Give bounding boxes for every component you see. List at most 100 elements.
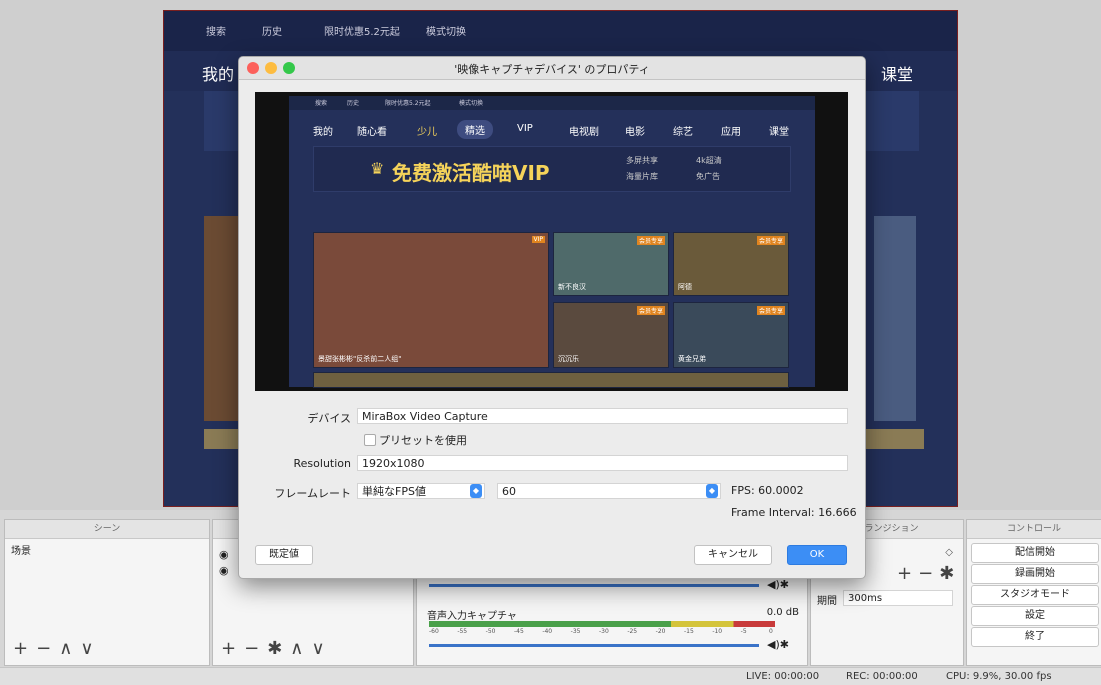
remove-icon[interactable]: − — [244, 638, 267, 659]
meter-ticks: -60 -55 -50 -45 -40 -35 -30 -25 -20 -15 -10 -5 0 — [429, 628, 775, 638]
rec-time: REC: 00:00:00 — [846, 671, 918, 682]
transition-toolbar: +−✱ — [897, 563, 960, 584]
volume-slider[interactable] — [429, 584, 759, 587]
gear-icon[interactable]: ✱ — [267, 638, 290, 659]
dialog-titlebar: '映像キャプチャデバイス' のプロパティ — [239, 57, 865, 80]
eye-icon[interactable]: ◉ — [219, 548, 229, 561]
resolution-label: Resolution — [293, 457, 351, 470]
chevron-updown-icon[interactable]: ◆ — [470, 484, 482, 498]
duration-label: 期間 — [817, 596, 837, 607]
tile-badge: 会员专享 — [636, 236, 665, 245]
tile-caption: 阿德 — [678, 283, 692, 291]
screen-nav-item: 少儿 — [417, 127, 437, 138]
duration-input[interactable]: 300ms — [843, 590, 953, 606]
tile-caption: 景甜张彬彬"反杀前二人组" — [318, 355, 402, 363]
scenes-panel: シーン 场景 +−∧∨ — [4, 519, 210, 666]
device-select[interactable]: MiraBox Video Capture — [357, 408, 848, 424]
scenes-title: シーン — [5, 520, 209, 539]
ok-button[interactable]: OK — [787, 545, 847, 565]
add-icon[interactable]: + — [13, 638, 36, 659]
video-tile: 会员专享 黄金兄弟 — [673, 302, 789, 368]
captured-screen: 搜索 历史 限时优惠5.2元起 模式切换 我的 随心看 少儿 精选 VIP 电视… — [289, 96, 815, 388]
add-icon[interactable]: + — [897, 563, 918, 584]
meter-tick-label: -5 — [740, 628, 747, 635]
defaults-button[interactable]: 既定値 — [255, 545, 313, 565]
eye-icon[interactable]: ◉ — [219, 564, 229, 577]
tile-caption: 新不良汉 — [558, 283, 586, 291]
framerate-value-select[interactable]: 60 — [497, 483, 721, 499]
video-topbar-item: 搜索 — [206, 27, 226, 38]
meter-tick-label: -50 — [485, 628, 496, 635]
meter-tick-label: -15 — [684, 628, 694, 635]
add-icon[interactable]: + — [221, 638, 244, 659]
speaker-icon[interactable]: ◀)✱ — [767, 578, 789, 591]
banner-feature: 海量片库 — [626, 172, 658, 181]
exit-button[interactable]: 終了 — [971, 627, 1099, 647]
transition-select-stepper[interactable]: ◇ — [945, 547, 953, 558]
speaker-icon[interactable]: ◀)✱ — [767, 638, 789, 651]
video-topbar-item: 模式切换 — [426, 27, 466, 38]
video-nav-left: 我的 — [202, 65, 235, 84]
meter-tick-label: -35 — [570, 628, 581, 635]
screen-nav-item: 综艺 — [673, 127, 693, 138]
meter-tick-label: -30 — [599, 628, 609, 635]
screen-topbar: 搜索 历史 限时优惠5.2元起 模式切换 — [289, 96, 815, 110]
chevron-updown-icon[interactable]: ◆ — [706, 484, 718, 498]
meter-tick-label: -45 — [514, 628, 524, 635]
video-topbar: 搜索 历史 限时优惠5.2元起 模式切换 — [164, 11, 957, 51]
screen-nav-item: 课堂 — [769, 127, 789, 138]
video-tile: 会员专享 新不良汉 — [553, 232, 669, 296]
fps-readout: FPS: 60.0002 — [731, 484, 804, 497]
cancel-button[interactable]: キャンセル — [694, 545, 772, 565]
preset-checkbox[interactable] — [364, 434, 376, 446]
banner-feature: 4k超清 — [696, 156, 722, 165]
vip-banner: ♛ 免费激活酷喵VIP 多屏共享 4k超清 海量片库 免广告 — [313, 146, 791, 192]
meter-tick-label: -10 — [712, 628, 723, 635]
featured-tile: VIP 景甜张彬彬"反杀前二人组" — [313, 232, 549, 368]
mixer-source-name: 音声入力キャプチャ — [427, 611, 517, 622]
meter-tick-label: -25 — [627, 628, 638, 635]
video-topbar-item: 历史 — [262, 27, 282, 38]
tile-caption: 沉沉乐 — [558, 355, 579, 363]
move-up-icon[interactable]: ∧ — [59, 638, 80, 659]
tile-badge: VIP — [531, 236, 545, 243]
preset-label: プリセットを使用 — [379, 434, 467, 447]
screen-topbar-item: 模式切换 — [459, 100, 484, 107]
start-streaming-button[interactable]: 配信開始 — [971, 543, 1099, 563]
volume-slider[interactable] — [429, 644, 759, 647]
meter-tick-label: -20 — [655, 628, 666, 635]
move-down-icon[interactable]: ∨ — [80, 638, 101, 659]
move-up-icon[interactable]: ∧ — [290, 638, 311, 659]
device-label: デバイス — [307, 412, 351, 425]
studio-mode-button[interactable]: スタジオモード — [971, 585, 1099, 605]
framerate-label: フレームレート — [274, 487, 351, 500]
remove-icon[interactable]: − — [36, 638, 59, 659]
screen-nav-item-active: 精选 — [457, 120, 493, 139]
vip-banner-text: 免费激活酷喵VIP — [392, 161, 550, 185]
tile-badge: 会员专享 — [756, 236, 785, 245]
frame-interval: Frame Interval: 16.666 — [731, 506, 857, 519]
meter-tick-label: -60 — [429, 628, 439, 635]
video-tile-strip — [874, 216, 916, 421]
live-time: LIVE: 00:00:00 — [746, 671, 820, 682]
move-down-icon[interactable]: ∨ — [311, 638, 332, 659]
scene-item[interactable]: 场景 — [5, 539, 209, 560]
mixer-level: 0.0 dB — [766, 607, 799, 618]
gear-icon[interactable]: ✱ — [939, 563, 960, 584]
tile-caption: 黄金兄弟 — [678, 355, 706, 363]
screen-nav-item: 电视剧 — [569, 127, 599, 138]
resolution-input[interactable]: 1920x1080 — [357, 455, 848, 471]
meter-tick-label: 0 — [769, 628, 773, 635]
crown-icon: ♛ — [370, 159, 385, 178]
screen-nav-item: 电影 — [625, 127, 645, 138]
device-preview: 搜索 历史 限时优惠5.2元起 模式切换 我的 随心看 少儿 精选 VIP 电视… — [255, 92, 848, 391]
framerate-mode-select[interactable]: 単純なFPS値 — [357, 483, 485, 499]
start-recording-button[interactable]: 録画開始 — [971, 564, 1099, 584]
status-bar: LIVE: 00:00:00 REC: 00:00:00 CPU: 9.9%, … — [0, 667, 1101, 685]
settings-button[interactable]: 設定 — [971, 606, 1099, 626]
video-tile-row — [313, 372, 789, 388]
remove-icon[interactable]: − — [918, 563, 939, 584]
controls-panel: コントロール 配信開始 録画開始 スタジオモード 設定 終了 — [966, 519, 1101, 666]
meter-tick-label: -40 — [542, 628, 553, 635]
dialog-title: '映像キャプチャデバイス' のプロパティ — [454, 63, 650, 76]
